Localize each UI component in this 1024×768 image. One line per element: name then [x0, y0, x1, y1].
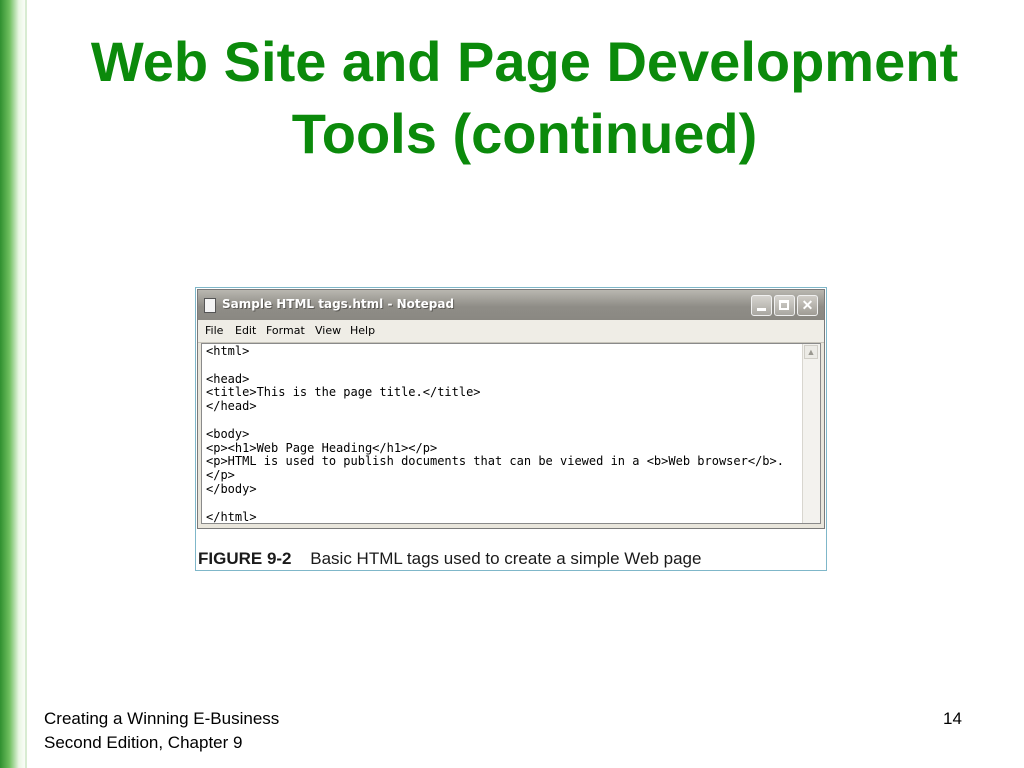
menu-edit[interactable]: Edit [235, 324, 256, 337]
figure-caption: FIGURE 9-2 Basic HTML tags used to creat… [198, 549, 701, 569]
scroll-up-arrow-icon[interactable]: ▲ [804, 345, 818, 359]
vertical-scrollbar[interactable]: ▲ [802, 344, 820, 523]
maximize-icon [779, 300, 789, 310]
notepad-text-area[interactable]: <html> <head> <title>This is the page ti… [201, 343, 821, 524]
menu-view[interactable]: View [315, 324, 341, 337]
menu-format[interactable]: Format [266, 324, 305, 337]
menu-file[interactable]: File [205, 324, 223, 337]
slide-footer: Creating a Winning E-Business Second Edi… [44, 707, 279, 755]
footer-line-1: Creating a Winning E-Business [44, 709, 280, 728]
figure-caption-text: Basic HTML tags used to create a simple … [310, 549, 702, 568]
page-number: 14 [943, 709, 962, 728]
maximize-button[interactable] [774, 295, 795, 316]
notepad-titlebar[interactable]: Sample HTML tags.html - Notepad ✕ [198, 290, 824, 320]
menu-help[interactable]: Help [350, 324, 375, 337]
figure-9-2: Sample HTML tags.html - Notepad ✕ File E… [195, 287, 827, 571]
minimize-icon [757, 308, 766, 311]
window-title: Sample HTML tags.html - Notepad [222, 297, 455, 311]
slide-title: Web Site and Page Development Tools (con… [27, 26, 1022, 170]
figure-label: FIGURE 9-2 [198, 549, 292, 568]
minimize-button[interactable] [751, 295, 772, 316]
side-decoration-bar [0, 0, 27, 768]
notepad-icon [204, 298, 216, 313]
close-icon: ✕ [801, 297, 814, 313]
notepad-menubar: File Edit Format View Help [198, 320, 824, 343]
notepad-window: Sample HTML tags.html - Notepad ✕ File E… [197, 289, 825, 529]
slide-title-line-1: Web Site and Page Development [90, 30, 959, 93]
footer-line-2: Second Edition, Chapter 9 [44, 733, 243, 752]
html-source-text[interactable]: <html> <head> <title>This is the page ti… [206, 344, 786, 524]
slide-title-line-2: Tools (continued) [291, 102, 758, 165]
close-button[interactable]: ✕ [797, 295, 818, 316]
